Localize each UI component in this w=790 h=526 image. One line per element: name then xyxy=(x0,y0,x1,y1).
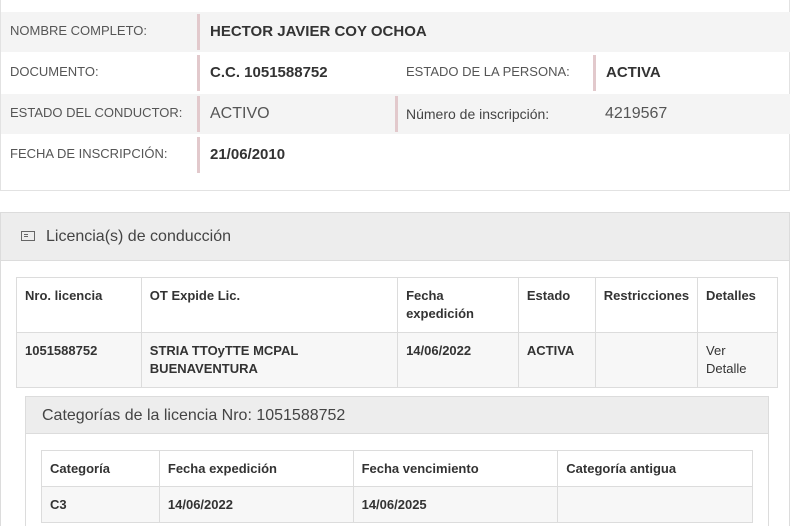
id-card-icon xyxy=(21,231,35,241)
estado-conductor-label: ESTADO DEL CONDUCTOR: xyxy=(10,105,183,120)
col-header: Fecha expedición xyxy=(397,277,519,333)
row-nombre: NOMBRE COMPLETO: HECTOR JAVIER COY OCHOA xyxy=(1,12,790,52)
licencias-panel-title: Licencia(s) de conducción xyxy=(46,228,231,245)
persona-info-panel: NOMBRE COMPLETO: HECTOR JAVIER COY OCHOA… xyxy=(0,0,790,191)
estado-persona-value: ACTIVA xyxy=(593,55,661,91)
col-header: Categoría xyxy=(41,450,160,487)
licencias-table: Nro. licencia OT Expide Lic. Fecha exped… xyxy=(16,277,778,388)
col-header: Nro. licencia xyxy=(16,277,142,333)
categoria-antigua-cell xyxy=(557,486,753,523)
row-fecha-inscripcion: FECHA DE INSCRIPCIÓN: 21/06/2010 xyxy=(1,135,790,175)
fecha-inscripcion-value: 21/06/2010 xyxy=(197,137,285,173)
licencia-estado-cell: ACTIVA xyxy=(517,332,596,388)
categorias-panel-header: Categorías de la licencia Nro: 105158875… xyxy=(25,396,769,434)
table-row: 1051588752 STRIA TTOyTTE MCPAL BUENAVENT… xyxy=(16,332,778,388)
licencia-fecha-cell: 14/06/2022 xyxy=(397,332,519,388)
categoria-fecha-expedicion-cell: 14/06/2022 xyxy=(158,486,354,523)
row-estado-conductor: ESTADO DEL CONDUCTOR: ACTIVO Número de i… xyxy=(1,94,790,134)
categoria-cell: C3 xyxy=(41,486,160,523)
categorias-header-row: Categoría Fecha expedición Fecha vencimi… xyxy=(41,450,753,487)
nombre-label: NOMBRE COMPLETO: xyxy=(10,23,148,38)
licencia-ot-cell: STRIA TTOyTTE MCPAL BUENAVENTURA xyxy=(140,332,399,388)
col-header: Estado xyxy=(517,277,596,333)
licencias-header-row: Nro. licencia OT Expide Lic. Fecha exped… xyxy=(16,277,778,333)
categoria-fecha-vencimiento-cell: 14/06/2025 xyxy=(352,486,559,523)
estado-conductor-value: ACTIVO xyxy=(197,96,270,132)
categorias-table: Categoría Fecha expedición Fecha vencimi… xyxy=(41,450,753,523)
row-documento: DOCUMENTO: C.C. 1051588752 ESTADO DE LA … xyxy=(1,53,790,93)
col-header: Fecha vencimiento xyxy=(352,450,559,487)
inscripcion-num-label: Número de inscripción: xyxy=(395,96,549,132)
col-header: Fecha expedición xyxy=(158,450,354,487)
licencias-panel-header[interactable]: Licencia(s) de conducción xyxy=(0,212,790,261)
fecha-inscripcion-label: FECHA DE INSCRIPCIÓN: xyxy=(10,146,168,161)
col-header: Detalles xyxy=(697,277,778,333)
ver-detalle-link[interactable]: Ver Detalle xyxy=(697,332,778,388)
col-header: Categoría antigua xyxy=(557,450,753,487)
nombre-value: HECTOR JAVIER COY OCHOA xyxy=(197,14,427,50)
documento-label: DOCUMENTO: xyxy=(10,64,99,79)
licencia-nro-cell: 1051588752 xyxy=(16,332,142,388)
estado-persona-label: ESTADO DE LA PERSONA: xyxy=(406,64,570,79)
col-header: OT Expide Lic. xyxy=(140,277,399,333)
col-header: Restricciones xyxy=(594,277,699,333)
categorias-panel-title: Categorías de la licencia Nro: 105158875… xyxy=(42,407,346,424)
licencia-restricciones-cell xyxy=(594,332,699,388)
table-row: C3 14/06/2022 14/06/2025 xyxy=(41,486,753,523)
documento-value: C.C. 1051588752 xyxy=(197,55,328,91)
inscripcion-num-value: 4219567 xyxy=(605,105,668,122)
